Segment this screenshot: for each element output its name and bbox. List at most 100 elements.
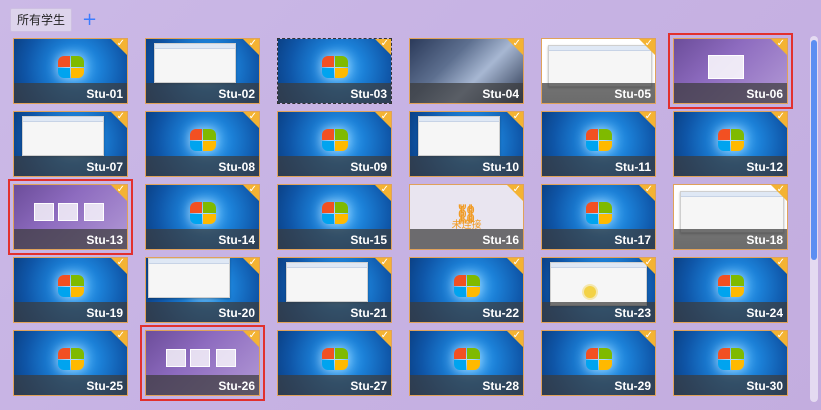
student-tile[interactable]: Stu-04 ✓ <box>409 38 524 104</box>
student-tile[interactable]: Stu-11 ✓ <box>541 111 656 177</box>
student-tile[interactable]: Stu-07 ✓ <box>13 111 128 177</box>
student-tile[interactable]: Stu-22 ✓ <box>409 257 524 323</box>
student-tile[interactable]: Stu-14 ✓ <box>145 184 260 250</box>
student-tile[interactable]: Stu-25 ✓ <box>13 330 128 396</box>
tab-all-students[interactable]: 所有学生 <box>10 8 73 32</box>
window-titlebar <box>287 263 367 268</box>
student-label: Stu-05 <box>614 87 651 101</box>
browser-window <box>680 191 784 233</box>
add-group-button[interactable]: + <box>82 11 97 29</box>
student-tile[interactable]: Stu-28 ✓ <box>409 330 524 396</box>
checkmark-icon: ✓ <box>380 184 389 195</box>
student-tile[interactable]: Stu-10 ✓ <box>409 111 524 177</box>
student-tile[interactable]: Stu-01 ✓ <box>13 38 128 104</box>
windows-logo-icon <box>189 129 216 152</box>
checkmark-icon: ✓ <box>116 330 125 341</box>
student-tile[interactable]: Stu-26 ✓ <box>140 325 265 401</box>
checkmark-icon: ✓ <box>116 111 125 122</box>
windows-logo-icon <box>57 275 84 298</box>
student-tile[interactable]: Stu-05 ✓ <box>541 38 656 104</box>
checkmark-icon: ✓ <box>512 111 521 122</box>
student-tile[interactable]: Stu-09 ✓ <box>277 111 392 177</box>
checkmark-icon: ✓ <box>248 111 257 122</box>
windows-logo-icon <box>321 56 348 79</box>
student-label: Stu-21 <box>350 306 387 320</box>
student-tile[interactable]: Stu-02 ✓ <box>145 38 260 104</box>
app-window <box>148 258 230 298</box>
checkmark-icon: ✓ <box>380 257 389 268</box>
checkmark-icon: ✓ <box>248 257 257 268</box>
student-label: Stu-16 <box>482 233 519 247</box>
windows-logo-icon <box>453 275 480 298</box>
app-window <box>550 262 647 306</box>
student-tile[interactable]: Stu-21 ✓ <box>277 257 392 323</box>
checkmark-icon: ✓ <box>116 257 125 268</box>
student-tile[interactable]: Stu-29 ✓ <box>541 330 656 396</box>
student-label: Stu-24 <box>746 306 783 320</box>
checkmark-icon: ✓ <box>512 330 521 341</box>
windows-logo-icon <box>321 202 348 225</box>
student-tile[interactable]: Stu-24 ✓ <box>673 257 788 323</box>
student-tile[interactable]: Stu-27 ✓ <box>277 330 392 396</box>
student-tile[interactable]: Stu-06 ✓ <box>668 33 793 109</box>
checkmark-icon: ✓ <box>512 38 521 49</box>
student-tile[interactable]: Stu-19 ✓ <box>13 257 128 323</box>
student-tile[interactable]: Stu-18 ✓ <box>673 184 788 250</box>
student-tile[interactable]: Stu-13 ✓ <box>8 179 133 255</box>
window-titlebar <box>681 192 783 197</box>
checkmark-icon: ✓ <box>776 257 785 268</box>
window-titlebar <box>551 263 646 268</box>
student-label: Stu-01 <box>86 87 123 101</box>
student-label: Stu-19 <box>86 306 123 320</box>
student-label: Stu-18 <box>746 233 783 247</box>
student-tile[interactable]: Stu-03 ✓ <box>277 38 392 104</box>
student-tile[interactable]: Stu-08 ✓ <box>145 111 260 177</box>
student-tile[interactable]: ⛓ 未连接 Stu-16 ✓ <box>409 184 524 250</box>
student-label: Stu-13 <box>86 233 123 247</box>
window-titlebar <box>549 46 651 51</box>
checkmark-icon: ✓ <box>644 111 653 122</box>
student-label: Stu-23 <box>614 306 651 320</box>
checkmark-icon: ✓ <box>116 184 125 195</box>
student-tile[interactable]: Stu-15 ✓ <box>277 184 392 250</box>
checkmark-icon: ✓ <box>380 330 389 341</box>
windows-logo-icon <box>321 129 348 152</box>
login-option-box <box>84 203 104 221</box>
windows-logo-icon <box>717 275 744 298</box>
student-tile[interactable]: Stu-12 ✓ <box>673 111 788 177</box>
app-window <box>154 43 236 83</box>
checkmark-icon: ✓ <box>776 330 785 341</box>
window-titlebar <box>419 117 499 122</box>
student-label: Stu-17 <box>614 233 651 247</box>
student-label: Stu-29 <box>614 379 651 393</box>
student-label: Stu-02 <box>218 87 255 101</box>
window-titlebar <box>155 44 235 49</box>
checkmark-icon: ✓ <box>248 184 257 195</box>
windows-logo-icon <box>189 202 216 225</box>
checkmark-icon: ✓ <box>380 38 389 49</box>
student-label: Stu-03 <box>350 87 387 101</box>
checkmark-icon: ✓ <box>644 330 653 341</box>
windows-logo-icon <box>585 348 612 371</box>
vertical-scrollbar[interactable] <box>810 36 818 402</box>
checkmark-icon: ✓ <box>644 184 653 195</box>
checkmark-icon: ✓ <box>116 38 125 49</box>
student-tile[interactable]: Stu-30 ✓ <box>673 330 788 396</box>
student-tile[interactable]: Stu-17 ✓ <box>541 184 656 250</box>
checkmark-icon: ✓ <box>644 257 653 268</box>
student-label: Stu-15 <box>350 233 387 247</box>
windows-logo-icon <box>57 56 84 79</box>
student-label: Stu-27 <box>350 379 387 393</box>
checkmark-icon: ✓ <box>380 111 389 122</box>
student-tile[interactable]: Stu-20 ✓ <box>145 257 260 323</box>
scrollbar-thumb[interactable] <box>811 40 817 260</box>
student-label: Stu-04 <box>482 87 519 101</box>
student-label: Stu-09 <box>350 160 387 174</box>
student-label: Stu-20 <box>218 306 255 320</box>
student-label: Stu-07 <box>86 160 123 174</box>
window-titlebar <box>149 259 229 264</box>
student-label: Stu-14 <box>218 233 255 247</box>
checkmark-icon: ✓ <box>644 38 653 49</box>
student-tile[interactable]: Stu-23 ✓ <box>541 257 656 323</box>
top-toolbar: 所有学生 + <box>10 8 97 32</box>
